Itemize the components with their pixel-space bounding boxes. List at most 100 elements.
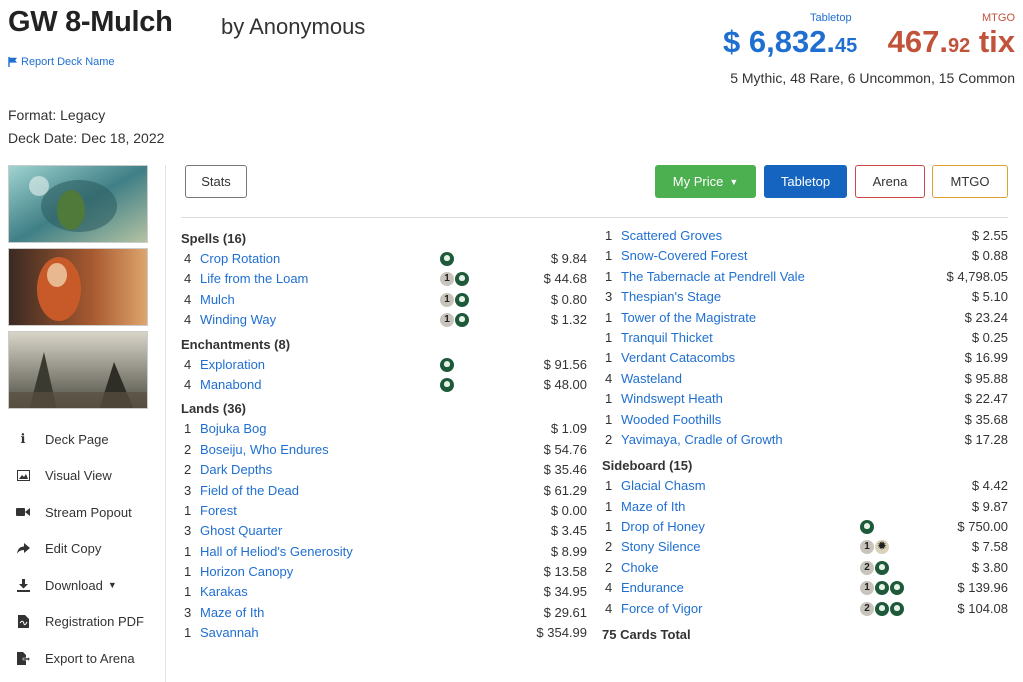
card-name-link[interactable]: Tower of the Magistrate [621,308,756,328]
sidebar-menu: ℹ Deck Page Visual View Stream Popout Ed… [8,421,158,677]
card-price: $ 0.88 [971,248,1008,264]
card-art-thumbnail[interactable] [8,331,148,409]
caret-down-icon: ▼ [729,176,739,187]
rarity-summary: 5 Mythic, 48 Rare, 6 Uncommon, 15 Common [730,70,1015,86]
lands-list-continued: 1 Scattered Groves $ 2.55 1 Snow-Covered For… [602,226,1008,450]
card-row: 3 Maze of Ith $ 29.61 [181,603,587,623]
card-name-link[interactable]: Stony Silence [621,537,701,557]
green-mana-icon [890,601,904,616]
card-name-link[interactable]: Forest [200,501,237,521]
card-price: $ 0.80 [550,291,587,307]
sidebar-item-export-to-arena[interactable]: Export to Arena [8,640,158,677]
tabletop-price-label: Tabletop [810,12,852,24]
green-mana-icon [455,313,469,328]
card-quantity: 1 [184,502,192,518]
export-icon [16,651,30,665]
arena-price-toggle[interactable]: Arena [855,165,925,198]
card-name-link[interactable]: Wooded Foothills [621,410,721,430]
card-row: 1 Scattered Groves $ 2.55 [602,226,1008,246]
report-deck-name-link[interactable]: Report Deck Name [8,56,115,68]
card-quantity: 1 [605,329,613,345]
divider [181,217,1008,218]
mana-cost [440,357,454,372]
card-price: $ 4,798.05 [946,268,1008,284]
card-row: 2 Stony Silence 1 ✹ $ 7.58 [602,537,1008,557]
card-art-thumbnail[interactable] [8,248,148,326]
card-name-link[interactable]: Manabond [200,375,261,395]
card-name-link[interactable]: Yavimaya, Cradle of Growth [621,430,783,450]
card-name-link[interactable]: Karakas [200,582,248,602]
mana-cost: 2 [860,560,889,575]
card-name-link[interactable]: Scattered Groves [621,226,722,246]
card-name-link[interactable]: Exploration [200,355,265,375]
card-quantity: 1 [605,309,613,325]
mtgo-price-label: MTGO [982,12,1015,24]
card-name-link[interactable]: Tranquil Thicket [621,328,713,348]
card-name-link[interactable]: Hall of Heliod's Generosity [200,542,353,562]
card-name-link[interactable]: Verdant Catacombs [621,348,735,368]
card-row: 4 Mulch 1 $ 0.80 [181,290,587,310]
card-art-thumbnail[interactable] [8,165,148,243]
sidebar-item-label: Registration PDF [45,614,144,630]
card-name-link[interactable]: Maze of Ith [621,497,685,517]
card-row: 4 Exploration $ 91.56 [181,355,587,375]
card-price: $ 9.87 [971,498,1008,514]
card-price: $ 34.95 [543,584,587,600]
card-price: $ 8.99 [550,543,587,559]
card-name-link[interactable]: Bojuka Bog [200,419,267,439]
card-name-link[interactable]: Ghost Quarter [200,521,282,541]
card-name-link[interactable]: Crop Rotation [200,249,280,269]
info-icon: ℹ [20,431,26,447]
tabletop-price-toggle[interactable]: Tabletop [764,165,847,198]
sidebar-item-edit-copy[interactable]: Edit Copy [8,531,158,568]
green-mana-icon [440,377,454,392]
card-row: 1 Wooded Foothills $ 35.68 [602,410,1008,430]
card-name-link[interactable]: Life from the Loam [200,269,308,289]
price-summary: Tabletop MTGO $ 6,832.45 467.92 tix 5 My… [715,12,1015,92]
card-price: $ 44.68 [543,271,587,287]
card-row: 2 Yavimaya, Cradle of Growth $ 17.28 [602,430,1008,450]
card-name-link[interactable]: Force of Vigor [621,599,702,619]
generic-mana-icon: 1 [860,581,874,596]
card-name-link[interactable]: Windswept Heath [621,389,723,409]
card-name-link[interactable]: The Tabernacle at Pendrell Vale [621,267,805,287]
my-price-dropdown[interactable]: My Price ▼ [655,165,756,198]
sidebar-item-stream-popout[interactable]: Stream Popout [8,494,158,531]
sidebar: ℹ Deck Page Visual View Stream Popout Ed… [8,165,158,677]
card-name-link[interactable]: Choke [621,558,659,578]
card-name-link[interactable]: Savannah [200,623,259,643]
card-name-link[interactable]: Snow-Covered Forest [621,246,747,266]
sidebar-item-label: Edit Copy [45,541,102,557]
card-quantity: 4 [184,376,192,392]
mtgo-price-toggle[interactable]: MTGO [932,165,1008,198]
card-quantity: 1 [184,584,192,600]
card-quantity: 1 [605,228,613,243]
sidebar-item-deck-page[interactable]: ℹ Deck Page [8,421,158,458]
card-name-link[interactable]: Mulch [200,290,235,310]
card-quantity: 1 [605,350,613,366]
card-name-link[interactable]: Winding Way [200,310,276,330]
sidebar-item-registration-pdf[interactable]: Registration PDF [8,604,158,641]
stats-button[interactable]: Stats [185,165,247,198]
mana-cost: 1 [440,313,469,328]
card-name-link[interactable]: Dark Depths [200,460,272,480]
card-price: $ 7.58 [971,539,1008,555]
card-name-link[interactable]: Boseiju, Who Endures [200,440,329,460]
card-name-link[interactable]: Thespian's Stage [621,287,721,307]
sidebar-item-download[interactable]: Download ▼ [8,567,158,604]
card-name-link[interactable]: Drop of Honey [621,517,705,537]
card-price: $ 48.00 [543,376,587,392]
cards-total: 75 Cards Total [602,627,691,643]
card-name-link[interactable]: Field of the Dead [200,481,299,501]
sidebar-item-visual-view[interactable]: Visual View [8,458,158,495]
card-name-link[interactable]: Horizon Canopy [200,562,293,582]
card-row: 1 Savannah $ 354.99 [181,623,587,643]
card-name-link[interactable]: Glacial Chasm [621,476,706,496]
card-name-link[interactable]: Wasteland [621,369,682,389]
card-name-link[interactable]: Endurance [621,578,684,598]
card-quantity: 2 [605,539,613,555]
card-name-link[interactable]: Maze of Ith [200,603,264,623]
card-price: $ 750.00 [957,519,1008,535]
card-price: $ 4.42 [971,478,1008,494]
share-icon [16,542,30,556]
